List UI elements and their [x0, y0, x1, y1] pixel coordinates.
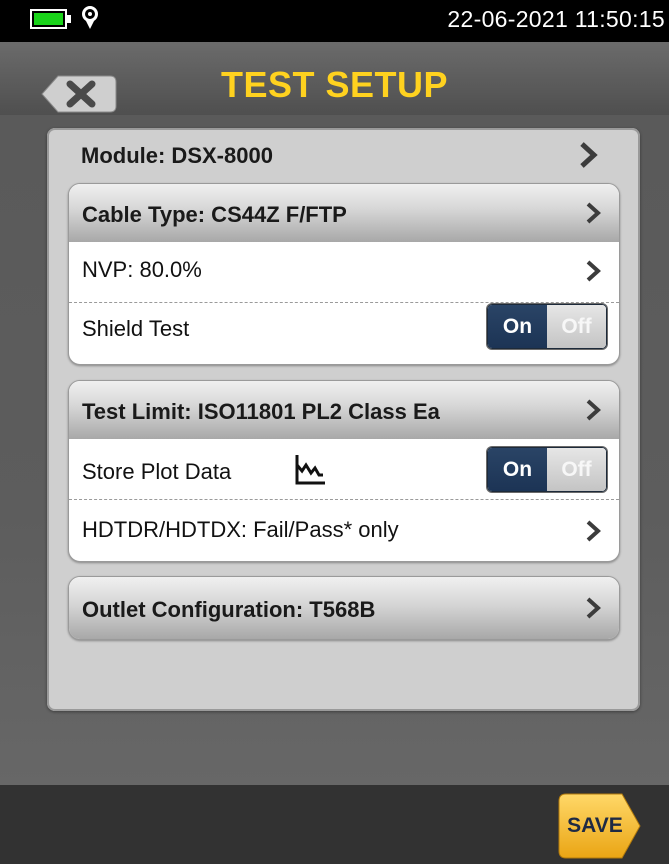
shield-test-toggle[interactable]: On Off: [487, 304, 607, 349]
outlet-label: Outlet Configuration: T568B: [82, 597, 376, 622]
nvp-row[interactable]: NVP: 80.0%: [69, 242, 619, 302]
hdtdr-label: HDTDR/HDTDX: Fail/Pass* only: [82, 517, 399, 542]
cable-type-label: Cable Type: CS44Z F/FTP: [82, 202, 347, 227]
plot-graph-icon: [295, 455, 325, 485]
header: TEST SETUP: [0, 42, 669, 115]
status-bar: 22-06-2021 11:50:15: [0, 0, 669, 42]
outlet-card[interactable]: Outlet Configuration: T568B: [68, 576, 620, 640]
chevron-right-icon: [586, 520, 601, 542]
test-limit-card: Test Limit: ISO11801 PL2 Class Ea Store …: [68, 380, 620, 562]
location-pin-icon: [82, 6, 98, 29]
test-limit-row[interactable]: Test Limit: ISO11801 PL2 Class Ea: [69, 381, 619, 439]
page-title: TEST SETUP: [220, 64, 449, 105]
battery-tip: [67, 15, 71, 23]
save-button[interactable]: SAVE: [558, 793, 632, 859]
toggle-on[interactable]: On: [488, 305, 547, 348]
test-limit-label: Test Limit: ISO11801 PL2 Class Ea: [82, 399, 440, 424]
chevron-right-icon: [586, 399, 601, 421]
battery-icon: [30, 9, 67, 29]
module-row[interactable]: Module: DSX-8000: [68, 135, 618, 175]
hdtdr-row[interactable]: HDTDR/HDTDX: Fail/Pass* only: [69, 500, 619, 560]
module-label: Module: DSX-8000: [81, 143, 273, 168]
cable-card: Cable Type: CS44Z F/FTP NVP: 80.0% Shiel…: [68, 183, 620, 365]
chevron-right-icon: [580, 142, 598, 168]
chevron-right-icon: [586, 260, 601, 282]
divider: [69, 302, 619, 303]
toggle-off[interactable]: Off: [547, 305, 606, 348]
store-plot-label: Store Plot Data: [82, 459, 232, 484]
cable-type-row[interactable]: Cable Type: CS44Z F/FTP: [69, 184, 619, 242]
datetime: 22-06-2021 11:50:15: [447, 6, 665, 32]
chevron-right-icon: [586, 202, 601, 224]
toggle-on[interactable]: On: [488, 448, 547, 491]
nvp-label: NVP: 80.0%: [82, 257, 202, 282]
store-plot-toggle[interactable]: On Off: [487, 447, 607, 492]
outlet-row[interactable]: Outlet Configuration: T568B: [69, 577, 619, 639]
chevron-right-icon: [586, 597, 601, 619]
toggle-off[interactable]: Off: [547, 448, 606, 491]
shield-test-label: Shield Test: [82, 316, 190, 341]
